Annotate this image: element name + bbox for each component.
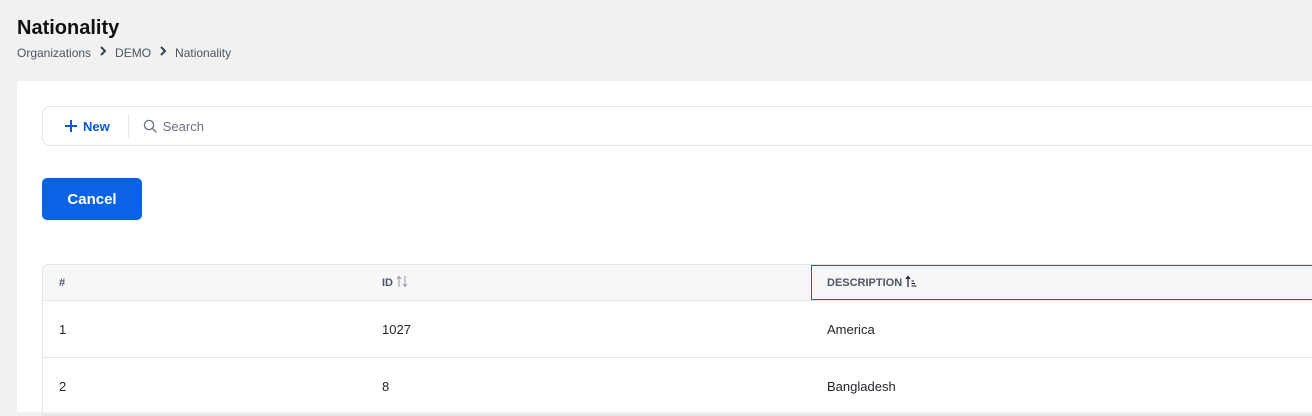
- new-button[interactable]: New: [43, 114, 129, 138]
- plus-icon: [65, 120, 77, 132]
- search-icon: [143, 119, 157, 133]
- column-header-id[interactable]: ID: [366, 265, 811, 300]
- data-table: # ID DESCRIPTION 1 1027 America 2 8 Bang…: [42, 264, 1312, 416]
- cancel-button[interactable]: Cancel: [42, 178, 142, 220]
- page-title: Nationality: [17, 17, 120, 39]
- page-header: Nationality Organizations DEMO Nationali…: [17, 14, 231, 62]
- new-button-label: New: [83, 118, 110, 134]
- cell-description: Bangladesh: [827, 378, 896, 394]
- breadcrumb-item-nationality: Nationality: [175, 46, 232, 60]
- column-header-description[interactable]: DESCRIPTION: [811, 265, 1312, 300]
- column-header-number: #: [43, 265, 366, 300]
- column-header-label: DESCRIPTION: [827, 276, 903, 289]
- cell-number: 1: [59, 321, 67, 337]
- table-row[interactable]: 1 1027 America: [43, 301, 1312, 358]
- search-input[interactable]: [162, 118, 1312, 134]
- cell-number: 2: [59, 378, 67, 394]
- cell-id: 8: [382, 378, 390, 394]
- search-box: [129, 107, 1312, 145]
- toolbar: New: [42, 106, 1312, 146]
- chevron-right-icon: [91, 44, 115, 62]
- breadcrumb-item-demo[interactable]: DEMO: [115, 44, 151, 62]
- chevron-right-icon: [151, 44, 175, 62]
- sort-neutral-icon[interactable]: [396, 275, 408, 290]
- breadcrumb-item-organizations[interactable]: Organizations: [17, 44, 91, 62]
- cell-description: America: [827, 321, 875, 337]
- column-header-label: #: [59, 276, 66, 289]
- breadcrumb: Organizations DEMO Nationality: [17, 44, 231, 62]
- content-card: New Cancel # ID: [17, 81, 1312, 416]
- cell-id: 1027: [382, 321, 411, 337]
- table-header: # ID DESCRIPTION: [43, 265, 1312, 301]
- sort-ascending-icon[interactable]: [905, 275, 917, 290]
- column-header-label: ID: [382, 276, 393, 289]
- table-row[interactable]: 2 8 Bangladesh: [43, 358, 1312, 415]
